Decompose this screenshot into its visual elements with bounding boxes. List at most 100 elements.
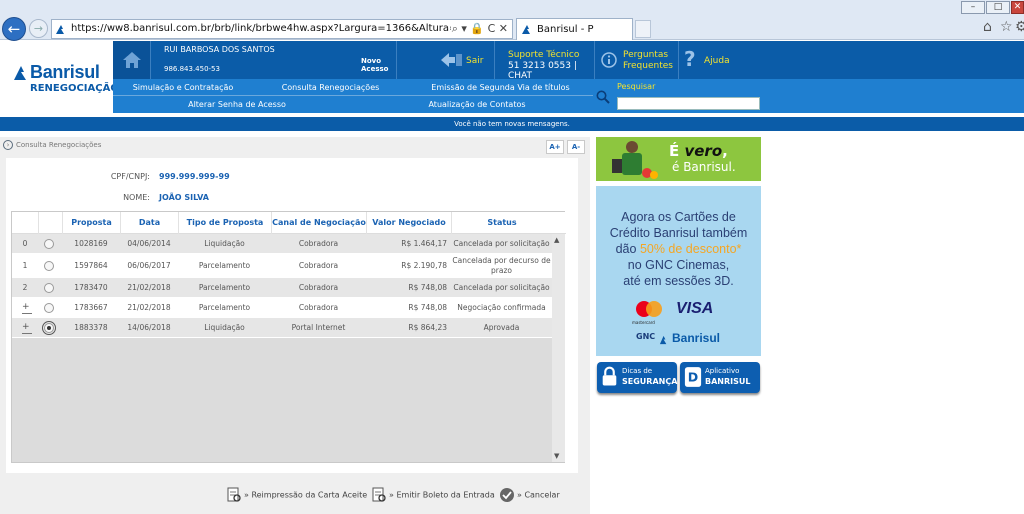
ad1-comma: , (722, 142, 728, 160)
window-close-button[interactable]: ✕ (1011, 1, 1024, 14)
logout-arrow-icon (441, 53, 462, 67)
ad2-line1: Agora os Cartões de (621, 210, 736, 224)
top-bar: RUI BARBOSA DOS SANTOS 986.843.450-53 No… (113, 41, 1024, 81)
app-line2: BANRISUL (705, 377, 751, 386)
search-icon[interactable] (596, 90, 610, 104)
faq-line1: Perguntas (623, 50, 669, 60)
ad2-highlight: 50% de desconto* (639, 242, 742, 256)
row-select-radio[interactable] (44, 303, 54, 313)
sair-button[interactable]: Sair (435, 41, 495, 79)
cell-status: Cancelada por solicitação (453, 239, 550, 248)
user-name: RUI BARBOSA DOS SANTOS (164, 45, 275, 54)
ad1-line1: É vero, (669, 142, 728, 160)
header-status[interactable]: Status (451, 212, 552, 234)
ad2-line4: no GNC Cinemas, (627, 258, 730, 272)
table-row[interactable]: 1 1597864 06/06/2017 Parcelamento Cobradora R… (12, 254, 552, 278)
maximize-button[interactable]: □ (986, 1, 1010, 14)
emitir-boleto-button[interactable]: » Emitir Boleto da Entrada (371, 487, 495, 503)
row-select-radio[interactable] (44, 239, 54, 249)
back-button[interactable]: ← (2, 17, 26, 41)
suporte-tecnico[interactable]: Suporte Técnico 51 3213 0553 | CHAT (495, 41, 595, 81)
ad-gnc-cinemas-banner[interactable]: Agora os Cartões de Crédito Banrisul tam… (596, 186, 761, 356)
padlock-icon (602, 366, 617, 386)
row-select-radio[interactable] (42, 321, 56, 335)
tab-title: Banrisul - P (537, 24, 594, 35)
cancelar-label: » Cancelar (517, 490, 560, 500)
cell-canal: Portal Internet (291, 323, 346, 332)
cell-status: Negociação confirmada (457, 303, 546, 312)
page-title-text: Consulta Renegociações (16, 141, 102, 149)
expand-row-icon[interactable]: + (22, 302, 32, 314)
settings-gear-icon[interactable]: ⚙ (1015, 19, 1024, 35)
address-tools-icons[interactable]: ⌕ ▾ 🔒 C ✕ (452, 22, 508, 36)
menu-segunda-via[interactable]: Emissão de Segunda Via de títulos (408, 79, 593, 96)
cell-data: 21/02/2018 (127, 283, 171, 292)
mastercard-logo-icon (636, 301, 662, 317)
ad2-line3: dão 50% de desconto* (596, 242, 761, 256)
favorites-star-icon[interactable]: ☆ (1000, 19, 1013, 35)
header-valor[interactable]: Valor Negociado (366, 212, 451, 234)
cell-proposta: 1028169 (74, 239, 108, 248)
header-data[interactable]: Data (120, 212, 178, 234)
menu-row-1: Simulação e Contratação Consulta Renegoc… (113, 79, 593, 96)
table-row[interactable]: +1883378 14/06/2018 Liquidação Portal Inter… (12, 318, 552, 338)
menu-consulta-renegociacoes[interactable]: Consulta Renegociações (253, 79, 408, 96)
header-tipo[interactable]: Tipo de Proposta (178, 212, 271, 234)
menu-alterar-senha[interactable]: Alterar Senha de Acesso (113, 96, 361, 113)
ad-buttons-area: Dicas de SEGURANÇA D Aplicativo BANRISUL (596, 358, 761, 398)
table-scrollbar[interactable]: ▲ ▼ (552, 234, 565, 462)
suporte-phone: 51 3213 0553 | (508, 61, 577, 71)
ajuda-button[interactable]: ? Ajuda (679, 41, 759, 79)
font-decrease-button[interactable]: A- (567, 140, 585, 154)
forward-button[interactable]: → (29, 19, 48, 38)
tab-favicon-icon (522, 25, 530, 34)
cell-tipo: Liquidação (204, 323, 245, 332)
main-menu: Simulação e Contratação Consulta Renegoc… (113, 79, 1024, 113)
cell-valor: R$ 748,08 (408, 283, 447, 292)
row-index: 0 (22, 239, 28, 248)
vendor-illustration-icon (612, 141, 658, 179)
menu-simulacao[interactable]: Simulação e Contratação (113, 79, 253, 96)
faq-line2: Frequentes (623, 61, 673, 71)
header-proposta[interactable]: Proposta (62, 212, 120, 234)
aplicativo-banrisul-button[interactable]: D Aplicativo BANRISUL (680, 362, 760, 393)
dicas-line1: Dicas de (622, 367, 653, 375)
browser-tab[interactable]: Banrisul - P (516, 18, 633, 40)
home-icon[interactable]: ⌂ (983, 19, 992, 35)
dicas-seguranca-button[interactable]: Dicas de SEGURANÇA (597, 362, 677, 393)
row-select-radio[interactable] (44, 261, 54, 271)
cell-proposta: 1883378 (74, 323, 108, 332)
home-button[interactable] (113, 41, 151, 79)
banrisul-favicon-icon (56, 25, 64, 34)
row-select-radio[interactable] (44, 283, 54, 293)
browser-chrome: – □ ✕ ← → https://ww8.banrisul.com.br/br… (0, 0, 1024, 41)
scroll-up-icon[interactable]: ▲ (554, 236, 559, 244)
new-tab-button[interactable] (635, 20, 651, 38)
address-url[interactable]: https://ww8.banrisul.com.br/brb/link/brb… (71, 23, 451, 34)
gnc-logo: GNC (636, 332, 656, 341)
expand-row-icon[interactable]: + (22, 322, 32, 334)
table-row[interactable]: 2 1783470 21/02/2018 Parcelamento Cobradora R… (12, 278, 552, 298)
banrisul-small-logo-icon (659, 335, 667, 345)
minimize-button[interactable]: – (961, 1, 985, 14)
table-row[interactable]: 0 1028169 04/06/2014 Liquidação Cobradora R$ … (12, 234, 552, 254)
address-bar[interactable]: https://ww8.banrisul.com.br/brb/link/brb… (51, 19, 513, 39)
novo-acesso-link[interactable]: Novo Acesso (361, 57, 396, 73)
font-increase-button[interactable]: A+ (546, 140, 564, 154)
banrisul-logo[interactable]: Banrisul RENEGOCIAÇÃO (0, 41, 119, 113)
emitir-boleto-label: » Emitir Boleto da Entrada (389, 490, 495, 500)
reimpressao-button[interactable]: » Reimpressão da Carta Aceite (226, 487, 367, 503)
table-row[interactable]: +1783667 21/02/2018 Parcelamento Cobradora R… (12, 298, 552, 318)
header-canal[interactable]: Canal de Negociação (271, 212, 366, 234)
menu-atualizacao-contatos[interactable]: Atualização de Contatos (361, 96, 593, 113)
ad2-line5: até em sessões 3D. (623, 274, 734, 288)
perguntas-frequentes-button[interactable]: Perguntas Frequentes (595, 41, 679, 79)
cell-canal: Cobradora (298, 303, 339, 312)
ad-vero-banner[interactable]: É vero, é Banrisul. (596, 137, 761, 181)
scroll-down-icon[interactable]: ▼ (554, 452, 559, 460)
cancelar-button[interactable]: » Cancelar (499, 487, 560, 503)
renegociacoes-table: Proposta Data Tipo de Proposta Canal de … (11, 211, 566, 463)
user-document: 986.843.450-53 (164, 65, 220, 73)
search-input[interactable] (617, 97, 760, 110)
brand-name: Banrisul (30, 62, 100, 82)
